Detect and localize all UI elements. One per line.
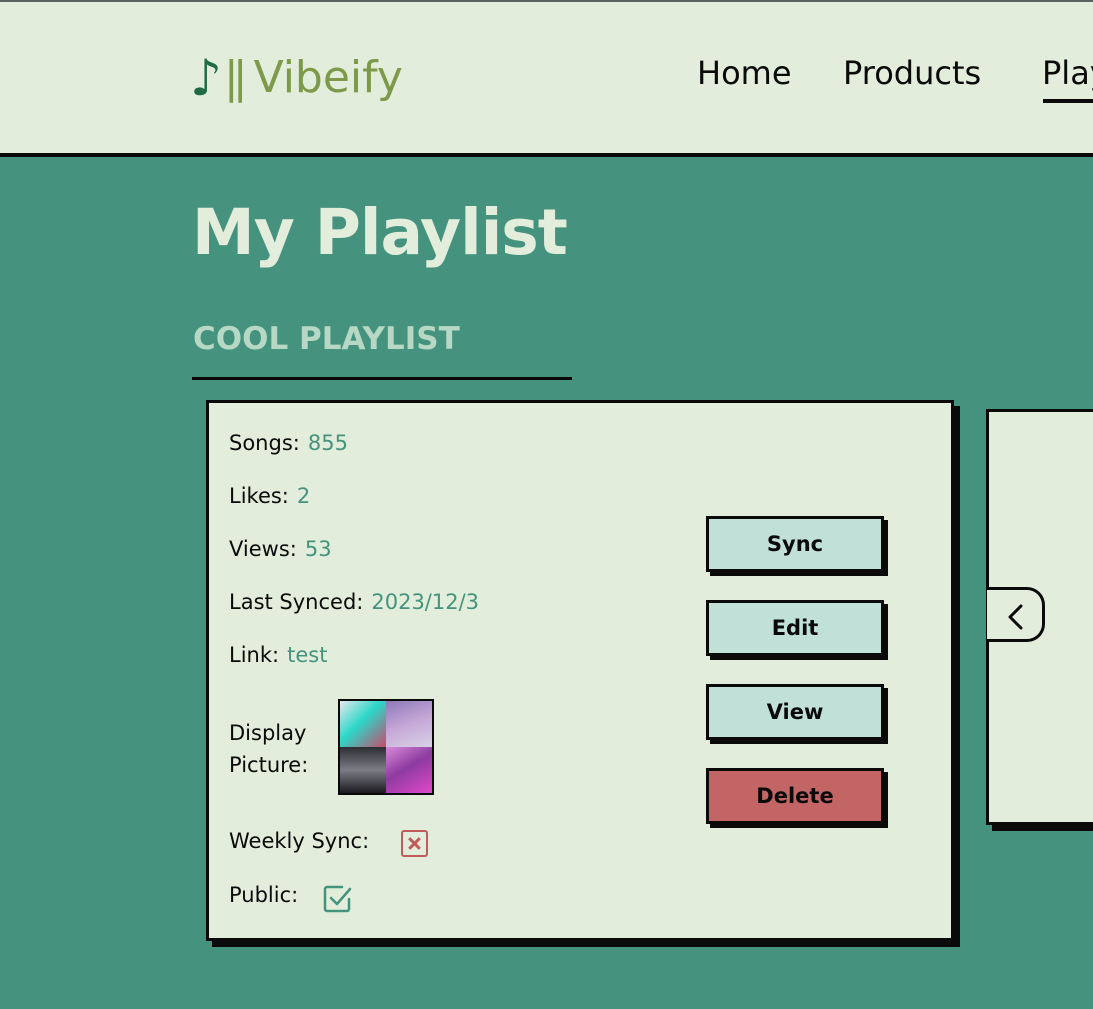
logo[interactable]: ♪ || Vibeify [190, 46, 403, 110]
link-row: Link: test [229, 643, 327, 667]
likes-row: Likes: 2 [229, 484, 310, 508]
sync-button[interactable]: Sync [706, 516, 884, 572]
music-note-icon: ♪ [190, 49, 222, 107]
public-checked-icon [323, 885, 352, 913]
nav-playlists-link[interactable]: Playlists [1042, 54, 1093, 92]
link-value[interactable]: test [287, 643, 327, 667]
chevron-left-icon [1008, 604, 1023, 630]
playlist-card: Songs: 855 Likes: 2 Views: 53 Last Synced: 2… [206, 400, 954, 941]
nav-active-underline [1043, 99, 1093, 103]
weekly-sync-label: Weekly Sync: [229, 829, 370, 853]
songs-row: Songs: 855 [229, 431, 348, 455]
page-title: My Playlist [192, 196, 568, 269]
logo-divider: || [223, 52, 248, 103]
cover-art-1 [340, 701, 386, 747]
views-label: Views: [229, 537, 297, 561]
views-value: 53 [304, 537, 332, 561]
nav-home-link[interactable]: Home [697, 54, 792, 92]
weekly-sync-row: Weekly Sync: [229, 829, 369, 853]
nav-products-link[interactable]: Products [843, 54, 981, 92]
site-header: ♪ || Vibeify Home Products Playlists [0, 2, 1093, 157]
display-picture-label: Display Picture: [229, 721, 309, 777]
likes-value: 2 [296, 484, 311, 508]
cover-art-4 [386, 747, 432, 793]
cover-art-3 [340, 747, 386, 793]
songs-label: Songs: [229, 431, 300, 455]
view-button[interactable]: View [706, 684, 884, 740]
last-synced-row: Last Synced: 2023/12/3 [229, 590, 479, 614]
last-synced-value: 2023/12/3 [371, 590, 480, 614]
cover-art-2 [386, 701, 432, 747]
views-row: Views: 53 [229, 537, 332, 561]
heading-divider [192, 377, 572, 380]
likes-label: Likes: [229, 484, 289, 508]
carousel-prev-button[interactable] [987, 587, 1045, 642]
songs-value: 855 [307, 431, 348, 455]
public-label: Public: [229, 883, 299, 907]
delete-button[interactable]: Delete [706, 768, 884, 824]
last-synced-label: Last Synced: [229, 590, 364, 614]
edit-button[interactable]: Edit [706, 600, 884, 656]
weekly-sync-unchecked-icon [401, 830, 428, 857]
playlist-name-heading: COOL PLAYLIST [193, 321, 460, 357]
public-row: Public: [229, 883, 298, 907]
logo-text: Vibeify [253, 52, 403, 103]
link-label: Link: [229, 643, 280, 667]
display-picture [338, 699, 434, 795]
